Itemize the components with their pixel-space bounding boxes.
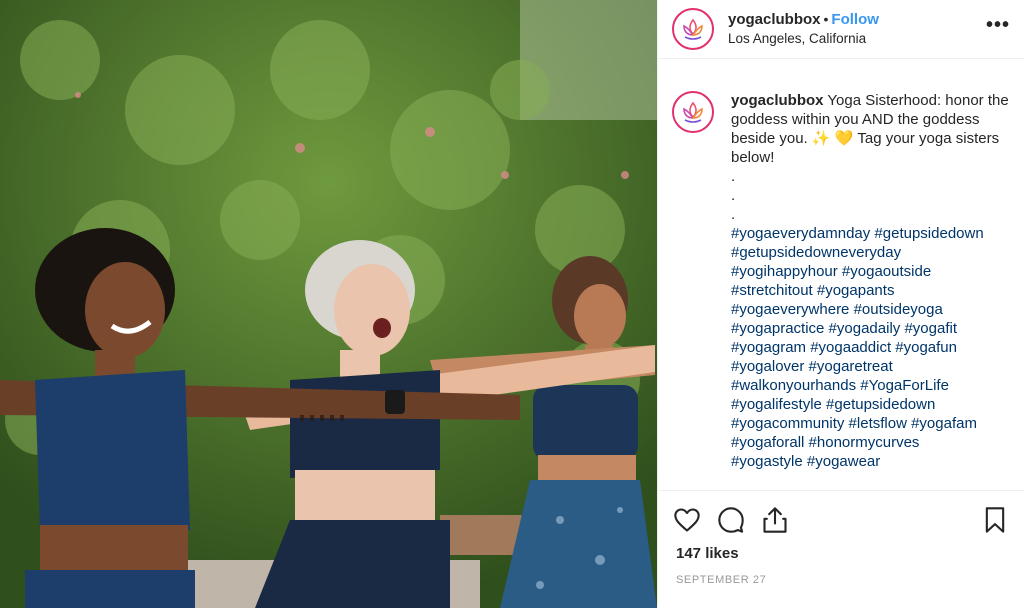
caption-area: yogaclubbox Yoga Sisterhood: honor the g… — [672, 91, 1010, 471]
hashtag-list: #yogaeverydamnday #getupsidedown #getups… — [731, 224, 1010, 471]
hashtag-line[interactable]: #yogalover #yogaretreat — [731, 357, 1010, 376]
post-side-panel: yogaclubbox • Follow Los Angeles, Californ… — [657, 0, 1024, 608]
hashtag-line[interactable]: #walkonyourhands #YogaForLife — [731, 376, 1010, 395]
caption-text: yogaclubbox Yoga Sisterhood: honor the g… — [731, 91, 1010, 471]
sparkles-emoji: ✨ — [811, 130, 831, 147]
hashtag-line[interactable]: #yogaeverywhere #outsideyoga — [731, 300, 1010, 319]
location-link[interactable]: Los Angeles, California — [728, 29, 986, 48]
action-bar — [658, 491, 1024, 535]
caption-dots: . . . — [731, 167, 1010, 224]
hashtag-line[interactable]: #yogihappyhour #yogaoutside — [731, 262, 1010, 281]
profile-avatar[interactable] — [672, 8, 714, 50]
bookmark-icon[interactable] — [980, 505, 1010, 535]
caption-dot: . — [731, 187, 736, 204]
instagram-post: yogaclubbox • Follow Los Angeles, Californ… — [0, 0, 1024, 608]
comment-icon[interactable] — [716, 505, 746, 535]
hashtag-line[interactable]: #yogastyle #yogawear — [731, 452, 1010, 471]
hashtag-line[interactable]: #yogaforall #honormycurves — [731, 433, 1010, 452]
header-text: yogaclubbox • Follow Los Angeles, Californ… — [728, 10, 986, 48]
post-photo[interactable] — [0, 0, 657, 608]
header-username[interactable]: yogaclubbox — [728, 11, 821, 28]
yoga-photo-illustration — [0, 0, 657, 608]
hashtag-line[interactable]: #yogapractice #yogadaily #yogafit — [731, 319, 1010, 338]
follow-button[interactable]: Follow — [831, 11, 879, 28]
post-date: SEPTEMBER 27 — [676, 574, 767, 586]
more-options-icon[interactable]: ••• — [986, 14, 1010, 37]
post-header: yogaclubbox • Follow Los Angeles, Californ… — [658, 0, 1024, 59]
hashtag-line[interactable]: #yogalifestyle #getupsidedown — [731, 395, 1010, 414]
hashtag-line[interactable]: #stretchitout #yogapants — [731, 281, 1010, 300]
header-separator: • — [823, 11, 829, 27]
caption-dot: . — [731, 168, 736, 185]
heart-icon[interactable] — [672, 505, 702, 535]
hashtag-line[interactable]: #yogaeverydamnday #getupsidedown — [731, 224, 1010, 243]
likes-count[interactable]: 147 likes — [658, 535, 1024, 562]
hashtag-line[interactable]: #getupsidedowneveryday — [731, 243, 1010, 262]
lotus-logo-icon — [683, 101, 703, 123]
post-actions-section: 147 likes SEPTEMBER 27 — [658, 490, 1024, 586]
share-icon[interactable] — [760, 505, 790, 535]
lotus-logo-icon — [683, 18, 703, 40]
caption-avatar[interactable] — [672, 91, 714, 133]
hashtag-line[interactable]: #yogagram #yogaaddict #yogafun — [731, 338, 1010, 357]
caption-username[interactable]: yogaclubbox — [731, 92, 824, 109]
yellow-heart-emoji: 💛 — [834, 130, 854, 147]
hashtag-line[interactable]: #yogacommunity #letsflow #yogafam — [731, 414, 1010, 433]
caption-dot: . — [731, 206, 736, 223]
